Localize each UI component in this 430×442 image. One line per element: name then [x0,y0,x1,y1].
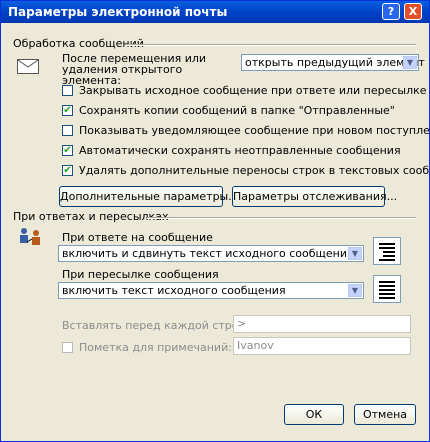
after-move-value: открыть предыдущий элемент [245,56,425,69]
forward-label: При пересылке сообщения [62,268,219,281]
group-divider [147,217,416,219]
group-divider [126,44,416,46]
advanced-options-button[interactable]: Дополнительные параметры... [59,186,239,207]
chevron-down-icon[interactable]: ▼ [403,56,417,69]
message-handling-group-label: Обработка сообщений [13,37,144,50]
close-button[interactable]: X [404,3,422,20]
option-label-4: Удалять дополнительные переносы строк в … [79,164,430,177]
reply-select[interactable]: включить и сдвинуть текст исходного сооб… [58,245,364,262]
tracking-options-button[interactable]: Параметры отслеживания... [232,186,397,207]
option-label-2: Показывать уведомляющее сообщение при но… [79,124,430,137]
cancel-button[interactable]: Отмена [354,404,416,425]
reply-label: При ответе на сообщение [62,231,213,244]
prefix-input[interactable]: > [233,315,411,333]
option-label-0: Закрывать исходное сообщение при ответе … [79,84,427,97]
chevron-down-icon[interactable]: ▼ [348,284,362,297]
after-move-select[interactable]: открыть предыдущий элемент ▼ [241,54,425,71]
option-checkbox-1[interactable]: ✔ [62,105,73,116]
option-checkbox-3[interactable]: ✔ [62,145,73,156]
reply-value: включить и сдвинуть текст исходного сооб… [62,247,354,260]
reply-people-icon [19,227,43,247]
dialog-title: Параметры электронной почты [8,5,228,19]
option-label-3: Автоматически сохранять неотправленные с… [79,144,401,157]
option-checkbox-2[interactable] [62,125,73,136]
forward-select[interactable]: включить текст исходного сообщения ▼ [58,282,364,299]
option-checkbox-4[interactable]: ✔ [62,165,73,176]
title-bar: Параметры электронной почты ? X [1,1,429,23]
help-button[interactable]: ? [382,3,400,20]
replies-group-label: При ответах и пересылках [13,210,169,223]
option-label-1: Сохранять копии сообщений в папке "Отпра… [79,104,395,117]
envelope-icon [17,59,39,74]
comments-label: Пометка для примечаний: [79,341,232,354]
chevron-down-icon[interactable]: ▼ [348,247,362,260]
comments-input[interactable]: Ivanov [233,337,411,355]
option-checkbox-0[interactable] [62,85,73,96]
forward-format-preview-icon [373,275,401,303]
reply-format-preview-icon [373,237,401,265]
forward-value: включить текст исходного сообщения [62,284,286,297]
after-move-label: После перемещения или удаления открытого… [62,52,207,87]
comments-checkbox[interactable] [62,342,73,353]
ok-button[interactable]: ОК [284,404,344,425]
email-options-dialog: Параметры электронной почты ? X Обработк… [0,0,430,442]
